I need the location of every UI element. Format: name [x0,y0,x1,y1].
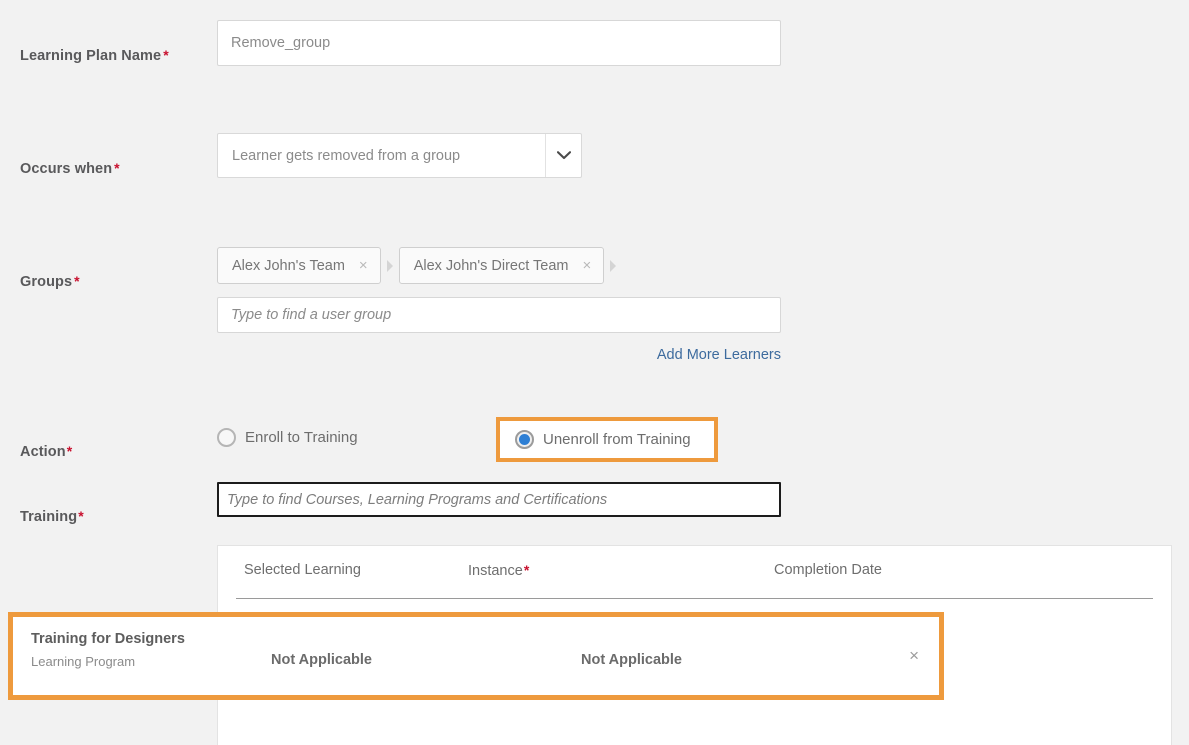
required-asterisk: * [78,508,84,524]
row-completion-date-value: Not Applicable [581,652,682,668]
group-chip-label: Alex John's Direct Team [414,258,569,274]
unenroll-option-highlight: Unenroll from Training [496,417,718,462]
row-training-type: Learning Program [31,654,135,669]
group-search-input[interactable] [217,297,781,333]
column-header-completion-date: Completion Date [774,562,882,578]
groups-label: Groups* [20,273,80,290]
learning-plan-name-label-text: Learning Plan Name [20,48,161,64]
radio-dot [519,434,530,445]
required-asterisk: * [163,47,169,63]
required-asterisk: * [74,273,80,289]
chevron-down-icon[interactable] [545,134,581,177]
radio-enroll-label: Enroll to Training [245,429,358,446]
caret-right-icon [387,260,393,272]
column-header-selected-learning: Selected Learning [244,562,361,578]
add-more-learners-link[interactable]: Add More Learners [0,347,781,363]
action-label-text: Action [20,444,66,460]
close-icon[interactable]: × [359,258,368,273]
learning-plan-name-label: Learning Plan Name* [20,47,169,64]
occurs-when-label: Occurs when* [20,160,120,177]
radio-unenroll-from-training[interactable]: Unenroll from Training [515,430,691,449]
occurs-when-selected-value: Learner gets removed from a group [218,134,545,177]
groups-chip-list: Alex John's Team × Alex John's Direct Te… [217,247,622,284]
column-header-instance-text: Instance [468,563,523,579]
close-icon[interactable]: × [909,647,919,664]
required-asterisk: * [114,160,120,176]
group-chip[interactable]: Alex John's Team × [217,247,381,284]
close-icon[interactable]: × [583,258,592,273]
occurs-when-label-text: Occurs when [20,161,112,177]
radio-unenroll-label: Unenroll from Training [543,431,691,448]
group-chip-label: Alex John's Team [232,258,345,274]
action-label: Action* [20,443,72,460]
occurs-when-select[interactable]: Learner gets removed from a group [217,133,582,178]
group-chip[interactable]: Alex John's Direct Team × [399,247,605,284]
groups-label-text: Groups [20,274,72,290]
learning-plan-name-input[interactable] [217,20,781,66]
training-label-text: Training [20,509,77,525]
table-header-row: Selected Learning Instance* Completion D… [236,546,1153,599]
selected-learning-row-highlight: Training for Designers Learning Program … [8,612,944,700]
required-asterisk: * [524,562,529,578]
training-label: Training* [20,508,84,525]
training-search-input[interactable] [217,482,781,517]
radio-circle-checked-icon[interactable] [515,430,534,449]
row-training-title: Training for Designers [31,631,185,647]
column-header-instance: Instance* [468,562,529,579]
required-asterisk: * [67,443,73,459]
table-row[interactable]: Training for Designers Learning Program … [13,617,939,695]
row-instance-value: Not Applicable [271,652,372,668]
radio-circle-unchecked-icon[interactable] [217,428,236,447]
caret-right-icon [610,260,616,272]
radio-enroll-to-training[interactable]: Enroll to Training [217,428,358,447]
